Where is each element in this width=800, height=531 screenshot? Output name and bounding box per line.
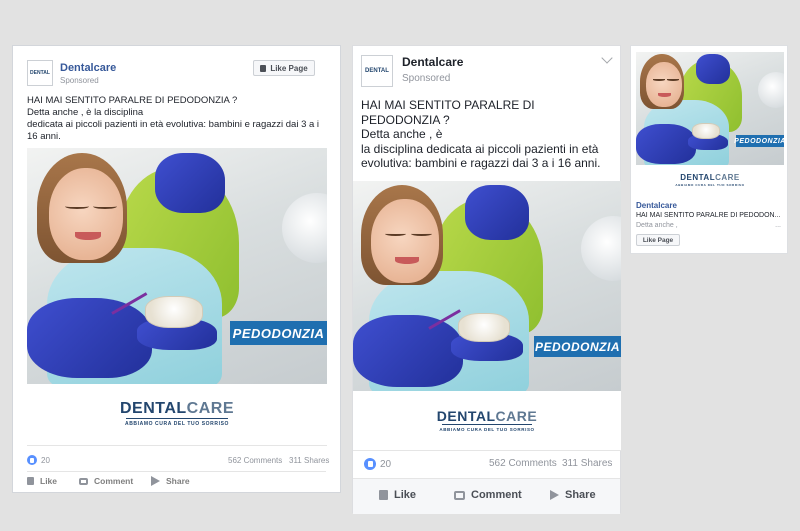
reaction-summary[interactable]: 20: [364, 458, 391, 470]
like-page-button[interactable]: Like Page: [253, 60, 315, 76]
ad-description: Detta anche ,: [636, 222, 678, 229]
comments-count[interactable]: 562 Comments: [489, 458, 557, 469]
like-button[interactable]: Like: [27, 476, 57, 486]
pedodonzia-label: PEDODONZIA: [734, 135, 784, 147]
comment-icon: [454, 490, 465, 500]
share-icon: [151, 476, 160, 486]
share-button[interactable]: Share: [151, 476, 190, 486]
mobile-feed-ad: DENTAL Dentalcare Sponsored HAI MAI SENT…: [352, 45, 621, 514]
right-column-ad: PEDODONZIA DENTALCARE ABBIAMO CURA DEL T…: [630, 45, 788, 254]
ad-logo-block: DENTALCARE ABBIAMO CURA DEL TUO SORRISO: [636, 165, 784, 195]
like-button[interactable]: Like: [379, 489, 416, 501]
reaction-summary[interactable]: 20: [27, 455, 50, 465]
like-reaction-icon: [364, 458, 376, 470]
thumbs-up-icon: [379, 490, 388, 500]
shares-count[interactable]: 311 Shares: [289, 456, 329, 465]
ad-logo-block: DENTALCARE ABBIAMO CURA DEL TUO SORRISO: [27, 384, 327, 446]
page-name-link[interactable]: Dentalcare: [60, 62, 116, 74]
share-button[interactable]: Share: [550, 489, 596, 501]
post-text: HAI MAI SENTITO PARALRE DI PEDODONZIA ? …: [361, 98, 601, 170]
ad-image[interactable]: PEDODONZIA: [353, 181, 621, 391]
thumbs-up-icon: [27, 477, 34, 485]
ad-image[interactable]: PEDODONZIA: [27, 148, 327, 384]
pedodonzia-label: PEDODONZIA: [230, 321, 327, 345]
like-page-button[interactable]: Like Page: [636, 234, 680, 246]
share-icon: [550, 490, 559, 500]
thumbs-up-icon: [260, 64, 267, 72]
page-avatar[interactable]: DENTAL: [27, 60, 53, 86]
chevron-down-icon[interactable]: [601, 52, 613, 64]
desktop-feed-ad: DENTAL Dentalcare Sponsored Like Page HA…: [12, 45, 341, 493]
ad-ellipsis: ...: [775, 222, 781, 229]
dental-model: [145, 296, 203, 328]
child-face: [49, 168, 123, 260]
ad-image[interactable]: PEDODONZIA: [636, 52, 784, 165]
glove-right: [155, 153, 225, 213]
page-name-link[interactable]: Dentalcare: [402, 55, 463, 69]
sponsored-label: Sponsored: [60, 76, 99, 85]
comment-icon: [79, 477, 88, 485]
comment-button[interactable]: Comment: [79, 476, 133, 486]
ad-title-link[interactable]: Dentalcare: [636, 201, 677, 210]
pedodonzia-label: PEDODONZIA: [534, 336, 621, 357]
comments-count[interactable]: 562 Comments: [228, 456, 282, 465]
sponsored-label: Sponsored: [402, 73, 451, 84]
ad-logo-block: DENTALCARE ABBIAMO CURA DEL TUO SORRISO: [353, 391, 621, 451]
ad-headline[interactable]: HAI MAI SENTITO PARALRE DI PEDODON...: [636, 212, 786, 219]
glove-left: [27, 298, 152, 378]
post-text: HAI MAI SENTITO PARALRE DI PEDODONZIA ? …: [27, 95, 320, 142]
like-reaction-icon: [27, 455, 37, 465]
page-avatar[interactable]: DENTAL: [361, 55, 393, 87]
comment-button[interactable]: Comment: [454, 489, 522, 501]
shares-count[interactable]: 311 Shares: [562, 458, 612, 469]
